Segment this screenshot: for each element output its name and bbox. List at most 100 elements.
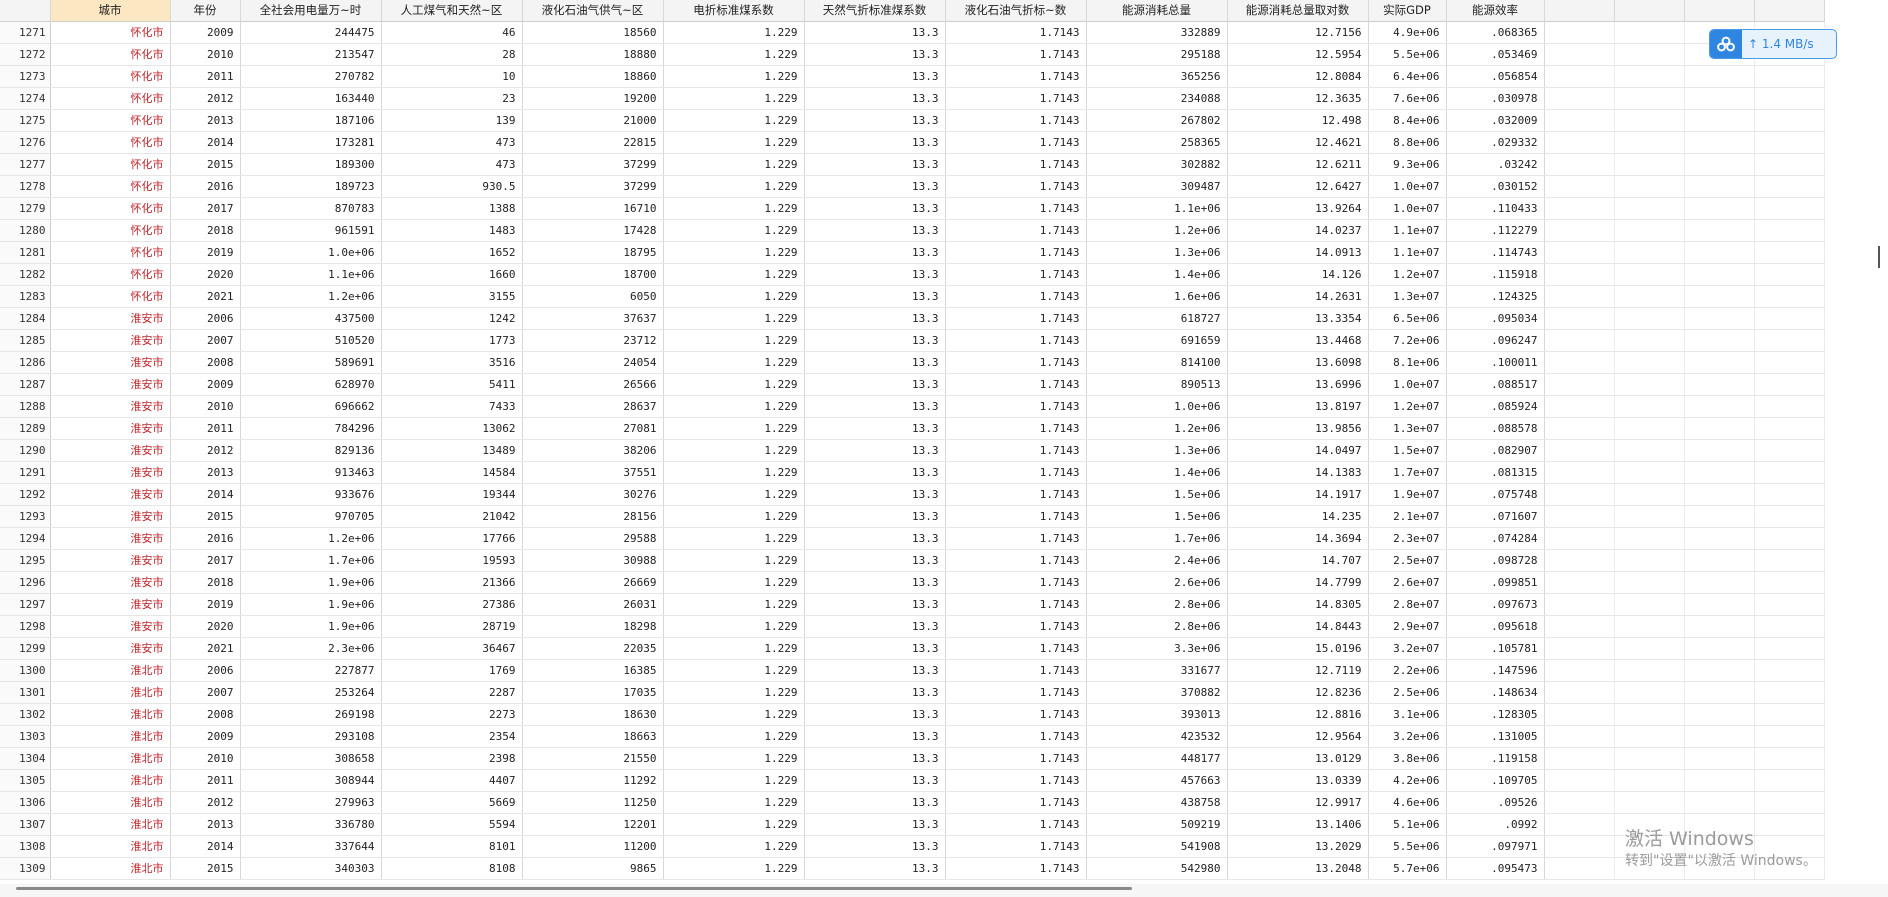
table-cell[interactable]: 12.7156 — [1227, 21, 1369, 44]
table-cell[interactable]: 1.1e+07 — [1368, 241, 1447, 264]
table-cell[interactable]: 510520 — [240, 329, 382, 352]
empty-cell[interactable] — [1544, 65, 1615, 88]
table-cell[interactable]: 2273 — [381, 703, 523, 726]
table-cell[interactable]: 1.7143 — [945, 43, 1087, 66]
empty-cell[interactable] — [1684, 769, 1755, 792]
table-cell[interactable]: 13.3 — [804, 263, 946, 286]
table-cell[interactable]: 1.7143 — [945, 681, 1087, 704]
table-cell[interactable]: .096247 — [1446, 329, 1545, 352]
table-cell[interactable]: 2011 — [170, 65, 241, 88]
table-cell[interactable]: 2010 — [170, 43, 241, 66]
empty-cell[interactable] — [1544, 439, 1615, 462]
row-index[interactable]: 1281 — [0, 241, 51, 264]
empty-cell[interactable] — [1544, 505, 1615, 528]
table-cell[interactable]: 13.3 — [804, 219, 946, 242]
table-cell[interactable]: .131005 — [1446, 725, 1545, 748]
table-row[interactable]: 1283 怀化市 2021 1.2e+06 3155 6050 1.229 13.3 1.714… — [0, 285, 1825, 308]
empty-cell[interactable] — [1544, 571, 1615, 594]
cell-city[interactable]: 淮安市 — [50, 439, 171, 462]
table-row[interactable]: 1280 怀化市 2018 961591 1483 17428 1.229 13.3 1.714… — [0, 219, 1825, 242]
table-cell[interactable]: 2014 — [170, 483, 241, 506]
table-cell[interactable]: 1.229 — [663, 417, 805, 440]
empty-cell[interactable] — [1544, 769, 1615, 792]
empty-cell[interactable] — [1754, 65, 1825, 88]
vertical-scrollbar-thumb[interactable] — [1878, 246, 1880, 268]
table-cell[interactable]: 1.229 — [663, 571, 805, 594]
empty-cell[interactable] — [1684, 351, 1755, 374]
row-index[interactable]: 1283 — [0, 285, 51, 308]
row-index[interactable]: 1298 — [0, 615, 51, 638]
table-cell[interactable]: 13.4468 — [1227, 329, 1369, 352]
table-cell[interactable]: 2.8e+06 — [1086, 615, 1228, 638]
cell-city[interactable]: 淮安市 — [50, 351, 171, 374]
row-index[interactable]: 1304 — [0, 747, 51, 770]
row-index[interactable]: 1287 — [0, 373, 51, 396]
table-cell[interactable]: 13.6098 — [1227, 351, 1369, 374]
empty-cell[interactable] — [1684, 241, 1755, 264]
table-row[interactable]: 1307 淮北市 2013 336780 5594 12201 1.229 13.3 1.714… — [0, 813, 1825, 836]
table-cell[interactable]: .128305 — [1446, 703, 1545, 726]
empty-cell[interactable] — [1684, 659, 1755, 682]
table-cell[interactable]: 7.2e+06 — [1368, 329, 1447, 352]
table-cell[interactable]: 19344 — [381, 483, 523, 506]
table-cell[interactable]: 1.3e+07 — [1368, 285, 1447, 308]
table-cell[interactable]: 930.5 — [381, 175, 523, 198]
empty-cell[interactable] — [1754, 263, 1825, 286]
table-cell[interactable]: 1.229 — [663, 197, 805, 220]
table-cell[interactable]: 2.2e+06 — [1368, 659, 1447, 682]
table-cell[interactable]: 13.3 — [804, 813, 946, 836]
table-cell[interactable]: .053469 — [1446, 43, 1545, 66]
empty-cell[interactable] — [1684, 461, 1755, 484]
table-cell[interactable]: 12.9917 — [1227, 791, 1369, 814]
cell-city[interactable]: 怀化市 — [50, 65, 171, 88]
table-cell[interactable]: 1.229 — [663, 153, 805, 176]
table-cell[interactable]: 14.3694 — [1227, 527, 1369, 550]
table-cell[interactable]: 1.229 — [663, 241, 805, 264]
column-header-energy-log[interactable]: 能源消耗总量取对数 — [1227, 0, 1369, 22]
table-cell[interactable]: 13489 — [381, 439, 523, 462]
empty-cell[interactable] — [1754, 681, 1825, 704]
table-cell[interactable]: 12.6211 — [1227, 153, 1369, 176]
row-index[interactable]: 1295 — [0, 549, 51, 572]
table-cell[interactable]: 5594 — [381, 813, 523, 836]
table-row[interactable]: 1278 怀化市 2016 189723 930.5 37299 1.229 13.3 1.71… — [0, 175, 1825, 198]
empty-cell[interactable] — [1754, 659, 1825, 682]
cell-city[interactable]: 怀化市 — [50, 87, 171, 110]
table-cell[interactable]: 1.229 — [663, 505, 805, 528]
table-cell[interactable]: 13.3 — [804, 65, 946, 88]
table-cell[interactable]: .029332 — [1446, 131, 1545, 154]
table-cell[interactable]: 2.8e+07 — [1368, 593, 1447, 616]
table-cell[interactable]: .119158 — [1446, 747, 1545, 770]
table-cell[interactable]: .112279 — [1446, 219, 1545, 242]
empty-cell[interactable] — [1754, 769, 1825, 792]
table-cell[interactable]: .148634 — [1446, 681, 1545, 704]
table-row[interactable]: 1273 怀化市 2011 270782 10 18860 1.229 13.3 1.7143 3… — [0, 65, 1825, 88]
table-cell[interactable]: 13.3 — [804, 703, 946, 726]
table-cell[interactable]: 1.1e+06 — [240, 263, 382, 286]
table-row[interactable]: 1303 淮北市 2009 293108 2354 18663 1.229 13.3 1.714… — [0, 725, 1825, 748]
cell-city[interactable]: 怀化市 — [50, 241, 171, 264]
table-cell[interactable]: 1.7143 — [945, 197, 1087, 220]
row-index[interactable]: 1285 — [0, 329, 51, 352]
table-cell[interactable]: 1483 — [381, 219, 523, 242]
table-cell[interactable]: 18630 — [522, 703, 664, 726]
table-cell[interactable]: 14.1383 — [1227, 461, 1369, 484]
cell-city[interactable]: 淮安市 — [50, 527, 171, 550]
table-cell[interactable]: 1.229 — [663, 43, 805, 66]
table-cell[interactable]: 1.2e+07 — [1368, 395, 1447, 418]
table-cell[interactable]: 308944 — [240, 769, 382, 792]
table-row[interactable]: 1276 怀化市 2014 173281 473 22815 1.229 13.3 1.7143… — [0, 131, 1825, 154]
table-cell[interactable]: 1.9e+07 — [1368, 483, 1447, 506]
table-row[interactable]: 1286 淮安市 2008 589691 3516 24054 1.229 13.3 1.714… — [0, 351, 1825, 374]
cell-city[interactable]: 淮安市 — [50, 307, 171, 330]
table-cell[interactable]: 1.7143 — [945, 285, 1087, 308]
table-cell[interactable]: .056854 — [1446, 65, 1545, 88]
row-index[interactable]: 1305 — [0, 769, 51, 792]
table-cell[interactable]: 23 — [381, 87, 523, 110]
empty-cell[interactable] — [1684, 791, 1755, 814]
table-cell[interactable]: 2008 — [170, 703, 241, 726]
table-cell[interactable]: 13062 — [381, 417, 523, 440]
table-cell[interactable]: 258365 — [1086, 131, 1228, 154]
empty-cell[interactable] — [1614, 109, 1685, 132]
table-cell[interactable]: 279963 — [240, 791, 382, 814]
